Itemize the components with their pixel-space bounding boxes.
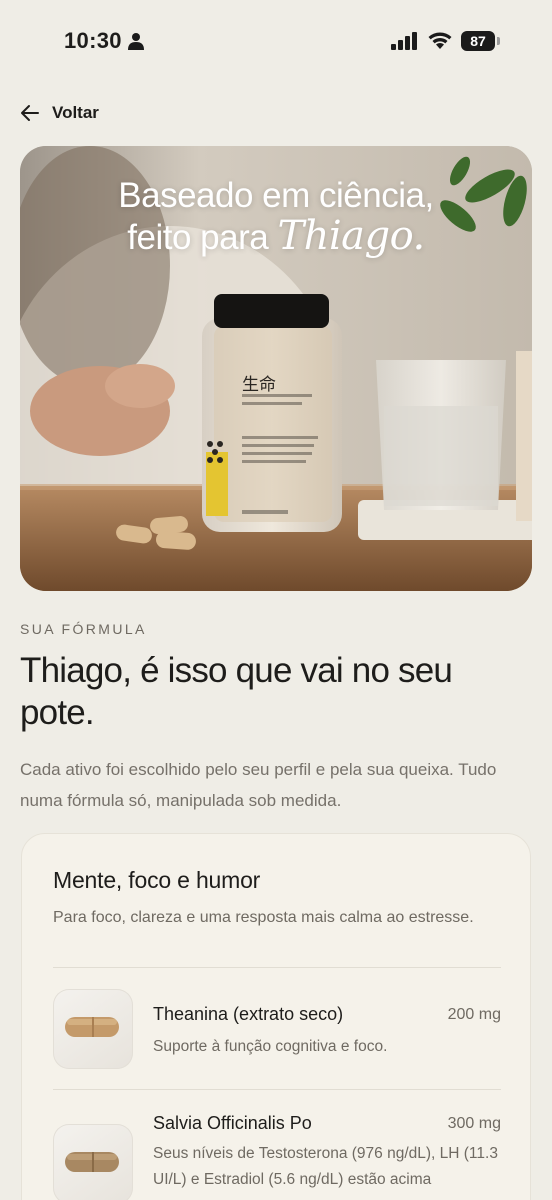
- jar-label: 生命: [242, 375, 276, 395]
- hero-title-line2: feito para Thiago.: [20, 216, 532, 258]
- intro-text: Cada ativo foi escolhido pelo seu perfil…: [20, 760, 497, 810]
- capsule-icon: [65, 1152, 119, 1172]
- wifi-icon: [428, 32, 452, 49]
- battery-icon: 87: [461, 31, 501, 51]
- capsule-thumbnail: [53, 1124, 133, 1200]
- ingredient-description: Suporte à função cognitiva e foco.: [153, 1038, 388, 1055]
- ingredient-name: Theanina (extrato seco): [153, 1004, 344, 1024]
- back-arrow-icon: [21, 105, 39, 121]
- section-eyebrow: SUA FÓRMULA: [20, 621, 147, 637]
- card-description: Para foco, clareza e uma resposta mais c…: [53, 909, 474, 926]
- hero-image: 生命 Baseado em ciência, feito para Thiago…: [20, 146, 532, 591]
- ingredient-description: Seus níveis de Testosterona (976 ng/dL),…: [153, 1145, 498, 1188]
- divider: [53, 967, 501, 968]
- signal-icon: [391, 32, 417, 50]
- back-button[interactable]: Voltar: [20, 98, 99, 128]
- ingredient-item[interactable]: Theanina (extrato seco) 200 mg Suporte à…: [53, 989, 501, 1069]
- battery-level: 87: [470, 33, 486, 49]
- ingredient-name: Salvia Officinalis Po: [153, 1113, 312, 1133]
- ingredient-dose: 300 mg: [447, 1115, 501, 1132]
- status-bar: 10:30 87: [0, 0, 552, 82]
- hero-title-line1: Baseado em ciência,: [118, 176, 434, 215]
- page-title: Thiago, é isso que vai no seu pote.: [20, 651, 453, 732]
- back-label: Voltar: [52, 103, 99, 122]
- person-icon: [128, 33, 144, 50]
- formula-page: 10:30 87 Voltar 生命 Baseado em ciência, f…: [0, 0, 552, 1200]
- card-title: Mente, foco e humor: [53, 867, 261, 893]
- capsule-thumbnail: [53, 989, 133, 1069]
- divider: [53, 1089, 501, 1090]
- ingredient-item[interactable]: Salvia Officinalis Po 300 mg Seus níveis…: [53, 1111, 501, 1200]
- status-time: 10:30: [64, 28, 122, 53]
- ingredient-dose: 200 mg: [447, 1006, 501, 1023]
- category-card: Mente, foco e humor Para foco, clareza e…: [21, 833, 531, 1200]
- capsule-icon: [65, 1017, 119, 1037]
- hero-title-name: Thiago.: [277, 213, 425, 259]
- hero-title: Baseado em ciência, feito para Thiago.: [20, 176, 532, 258]
- hero-title-prefix: feito para: [127, 218, 278, 257]
